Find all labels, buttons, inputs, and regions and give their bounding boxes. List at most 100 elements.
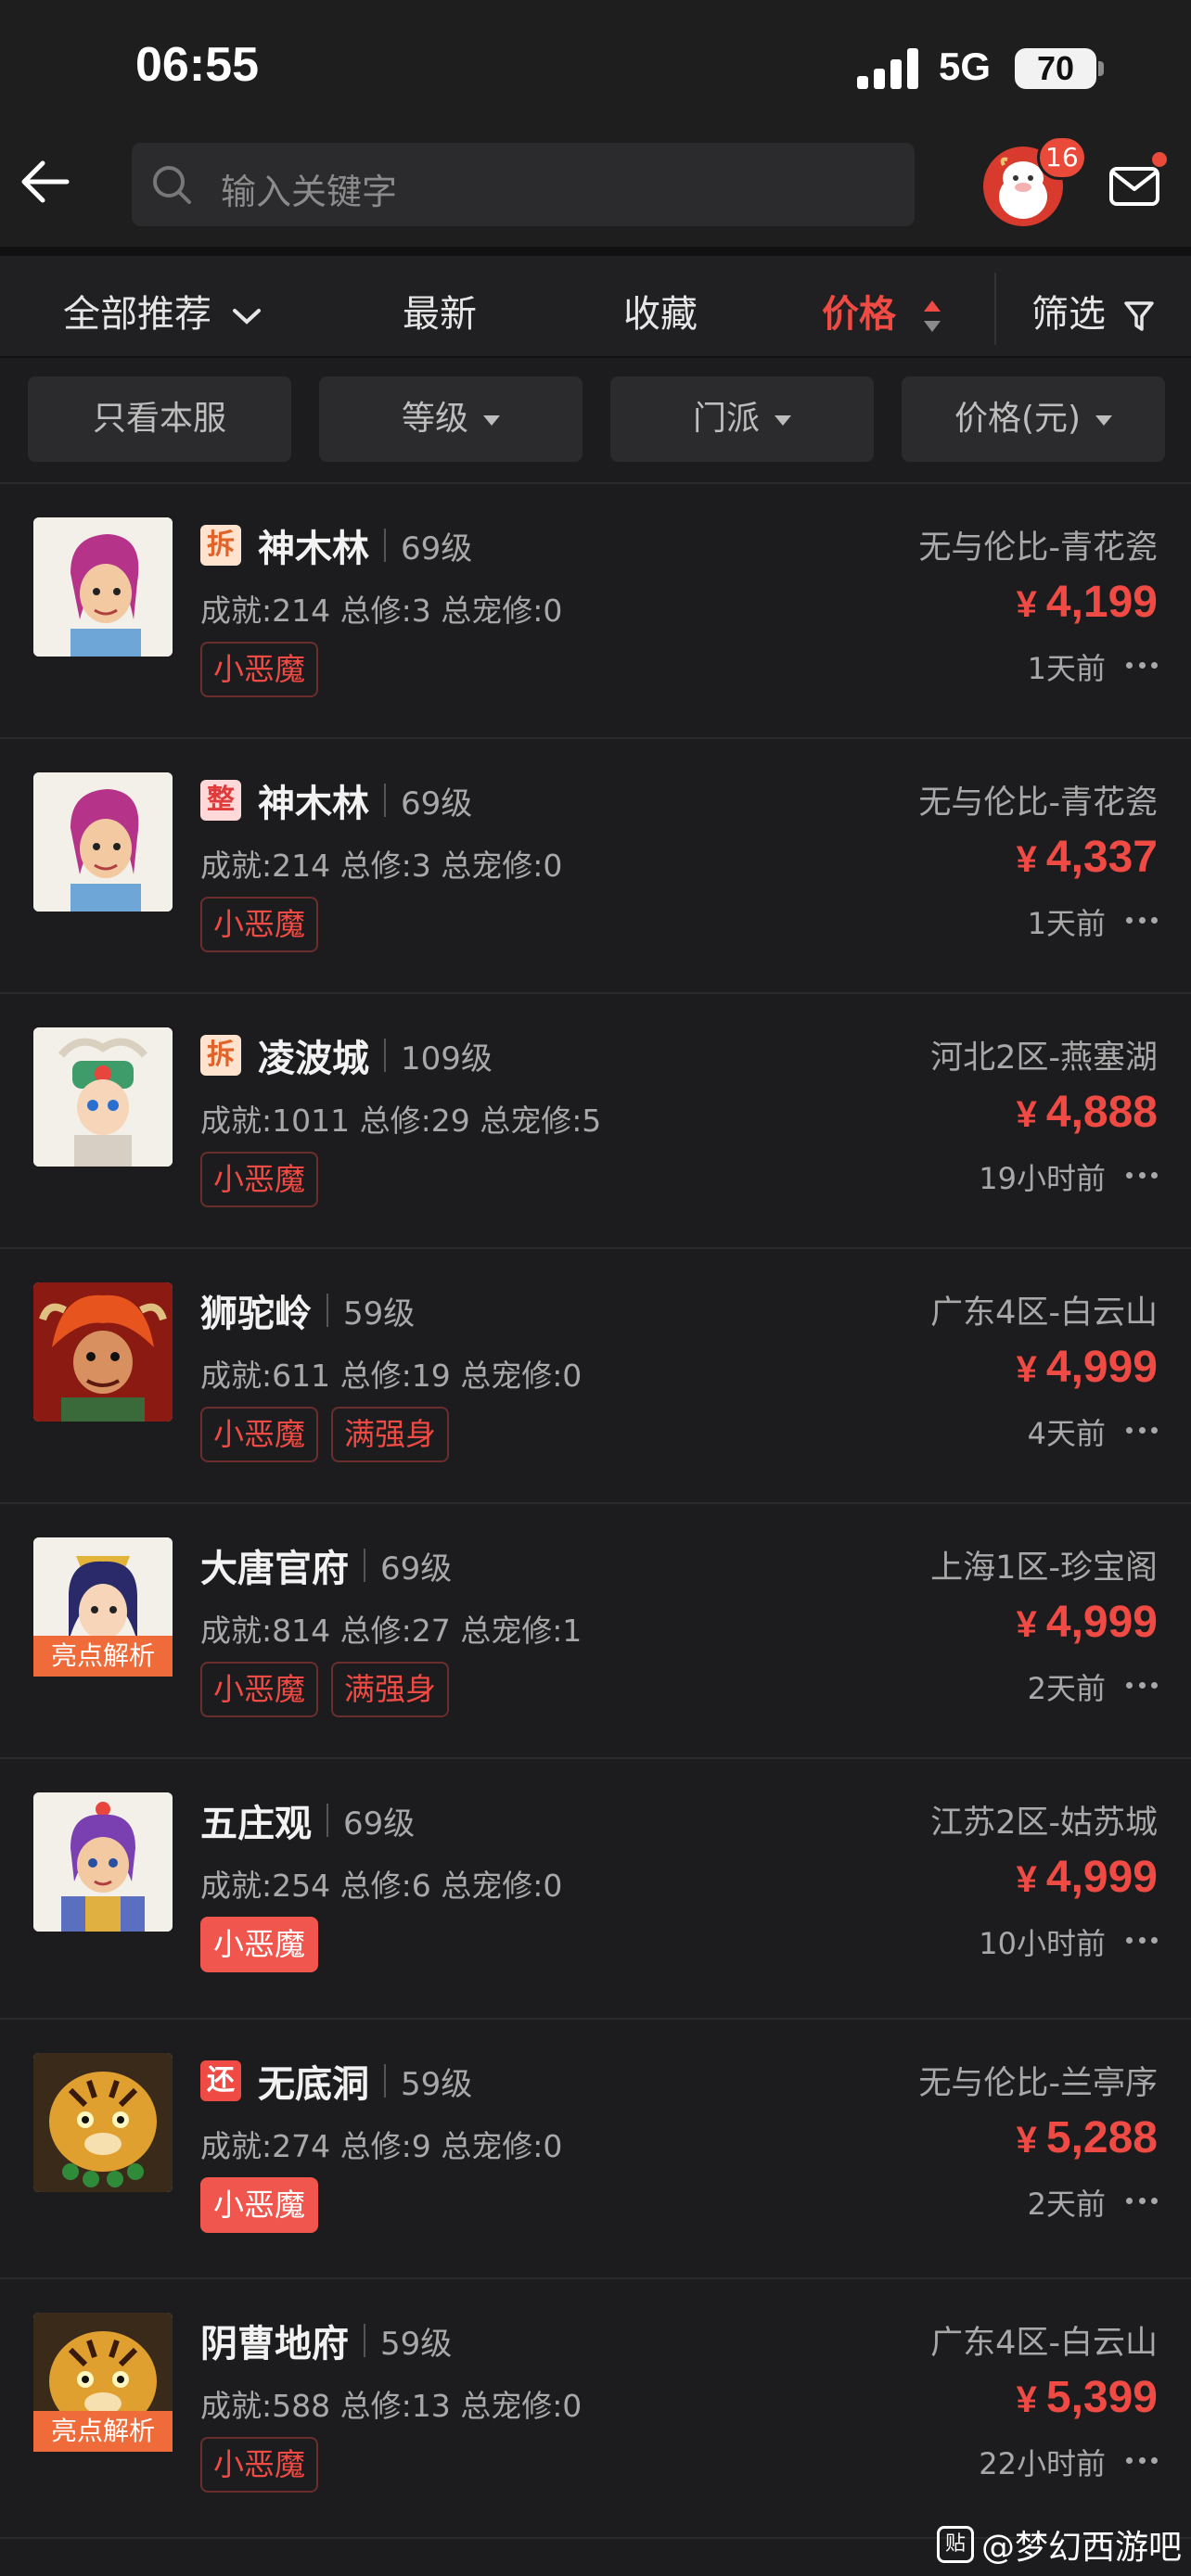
- tab-filter[interactable]: 筛选: [1031, 284, 1155, 338]
- listed-time: 2天前: [1027, 2187, 1106, 2222]
- character-stats: 成就:814 总修:27 总宠修:1: [200, 1613, 583, 1649]
- server-name: 上海1区-珍宝阁: [930, 1549, 1158, 1587]
- filter-label: 只看本服: [92, 400, 226, 438]
- attribute-tags: 小恶魔 满强身: [200, 1662, 462, 1717]
- time-row: 2天前: [1028, 2181, 1158, 2224]
- tab-label: 价格: [822, 293, 896, 336]
- more-options-icon[interactable]: [1126, 662, 1158, 671]
- time-row: 19小时前: [979, 1155, 1158, 1198]
- attribute-tags: 小恶魔: [200, 1917, 331, 1972]
- listing-row[interactable]: 五庄观 69级 成就:254 总修:6 总宠修:0 小恶魔 江苏2区-姑苏城 ¥4,999…: [0, 1759, 1191, 2020]
- character-stats: 成就:214 总修:3 总宠修:0: [200, 848, 563, 884]
- listing-row[interactable]: 狮驼岭 59级 成就:611 总修:19 总宠修:0 小恶魔 满强身 广东4区-白云山 ¥4…: [0, 1249, 1191, 1504]
- character-stats: 成就:214 总修:3 总宠修:0: [200, 593, 563, 629]
- character-level: 69级: [380, 1549, 453, 1588]
- price: ¥4,888: [1017, 1087, 1158, 1138]
- character-avatar[interactable]: [33, 772, 173, 912]
- more-options-icon[interactable]: [1126, 1172, 1158, 1181]
- listed-time: 10小时前: [979, 1926, 1106, 1961]
- title-row: 还无底洞 59级: [200, 2055, 472, 2107]
- listed-time: 4天前: [1027, 1416, 1106, 1451]
- back-arrow-icon[interactable]: [17, 154, 72, 210]
- listing-type-tag: 拆: [200, 525, 241, 566]
- character-level: 69级: [401, 529, 473, 567]
- character-stats: 成就:588 总修:13 总宠修:0: [200, 2388, 583, 2424]
- listing-row[interactable]: 还无底洞 59级成就:274 总修:9 总宠修:0 小恶魔 无与伦比-兰亭序 ¥5,28…: [0, 2020, 1191, 2279]
- school-name: 凌波城: [258, 1038, 369, 1080]
- school-name: 无底洞: [258, 2063, 369, 2106]
- title-row: 狮驼岭 59级: [200, 1284, 415, 1336]
- filter-level[interactable]: 等级: [319, 376, 583, 462]
- time-row: 1天前: [1028, 645, 1158, 688]
- price-value: 5,288: [1045, 2113, 1158, 2162]
- server-name: 广东4区-白云山: [930, 2325, 1158, 2362]
- more-options-icon[interactable]: [1126, 2198, 1158, 2207]
- server-name: 无与伦比-兰亭序: [918, 2065, 1158, 2102]
- price-value: 4,337: [1045, 833, 1158, 882]
- tab-price[interactable]: 价格: [822, 284, 942, 338]
- divider: [384, 1039, 386, 1072]
- price: ¥5,288: [1017, 2112, 1158, 2163]
- time-row: 10小时前: [979, 1920, 1158, 1963]
- price: ¥4,999: [1017, 1597, 1158, 1648]
- highlight-analysis-tag[interactable]: 亮点解析: [33, 1636, 173, 1677]
- currency-symbol: ¥: [1016, 2379, 1037, 2420]
- message-count-badge: 16: [1037, 135, 1087, 180]
- more-options-icon[interactable]: [1126, 917, 1158, 926]
- tab-favorites[interactable]: 收藏: [623, 284, 698, 338]
- attribute-tags: 小恶魔: [200, 2177, 331, 2233]
- filter-label: 等级: [401, 400, 468, 438]
- caret-down-icon: [775, 414, 791, 426]
- listed-time: 22小时前: [979, 2446, 1106, 2481]
- mail-icon[interactable]: [1106, 158, 1163, 215]
- attribute-tag: 满强身: [331, 1662, 449, 1717]
- tab-latest[interactable]: 最新: [403, 284, 477, 338]
- time-row: 22小时前: [979, 2441, 1158, 2483]
- divider: [327, 1294, 328, 1327]
- currency-symbol: ¥: [1016, 584, 1037, 625]
- shituoling-avatar-icon: [33, 1282, 173, 1422]
- highlight-analysis-tag[interactable]: 亮点解析: [33, 2411, 173, 2452]
- more-options-icon[interactable]: [1126, 1682, 1158, 1691]
- title-row: 拆凌波城 109级: [200, 1029, 493, 1081]
- school-name: 神木林: [258, 528, 369, 570]
- title-row: 五庄观 69级: [200, 1794, 415, 1846]
- more-options-icon[interactable]: [1126, 1937, 1158, 1946]
- price-value: 4,199: [1045, 578, 1158, 627]
- attribute-tag: 小恶魔: [200, 2177, 318, 2233]
- search-icon: [153, 166, 191, 204]
- shenmulin-avatar-icon: [33, 772, 173, 912]
- search-placeholder: 输入关键字: [221, 172, 398, 212]
- filter-price[interactable]: 价格(元): [902, 376, 1165, 462]
- search-input[interactable]: 输入关键字: [132, 143, 915, 226]
- listing-row[interactable]: 拆神木林 69级成就:214 总修:3 总宠修:0 小恶魔 无与伦比-青花瓷 ¥4,19…: [0, 484, 1191, 739]
- school-name: 神木林: [258, 783, 369, 825]
- listing-row[interactable]: 亮点解析 阴曹地府 59级 成就:588 总修:13 总宠修:0 小恶魔 广东4区-白云山…: [0, 2279, 1191, 2539]
- network-type: 5G: [939, 45, 992, 88]
- listing-row[interactable]: 拆凌波城 109级 成就:1011 总修:29 总宠修:5 小恶魔 河北2区-燕塞湖 ¥4…: [0, 994, 1191, 1249]
- attribute-tag: 小恶魔: [200, 2437, 318, 2493]
- character-avatar[interactable]: [33, 1282, 173, 1422]
- character-avatar[interactable]: [33, 1027, 173, 1167]
- price: ¥5,399: [1017, 2372, 1158, 2423]
- currency-symbol: ¥: [1016, 2120, 1037, 2161]
- tiger-avatar-icon: [33, 2053, 173, 2192]
- filter-same-server[interactable]: 只看本服: [28, 376, 291, 462]
- more-options-icon[interactable]: [1126, 1427, 1158, 1436]
- listing-row[interactable]: 整神木林 69级 成就:214 总修:3 总宠修:0 小恶魔 无与伦比-青花瓷 ¥4,33…: [0, 739, 1191, 994]
- attribute-tag: 小恶魔: [200, 642, 318, 697]
- character-avatar[interactable]: [33, 2053, 173, 2192]
- tab-all-recommended[interactable]: 全部推荐: [63, 284, 263, 338]
- server-name: 广东4区-白云山: [930, 1294, 1158, 1332]
- currency-symbol: ¥: [1016, 1349, 1037, 1390]
- unread-dot: [1152, 152, 1167, 167]
- listing-row[interactable]: 亮点解析 大唐官府 69级 成就:814 总修:27 总宠修:1 小恶魔 满强身 上海1区-…: [0, 1504, 1191, 1759]
- more-options-icon[interactable]: [1126, 2457, 1158, 2467]
- character-stats: 成就:274 总修:9 总宠修:0: [200, 2128, 563, 2164]
- currency-symbol: ¥: [1016, 1604, 1037, 1645]
- character-avatar[interactable]: [33, 517, 173, 657]
- filter-school[interactable]: 门派: [610, 376, 874, 462]
- price-value: 4,999: [1045, 1598, 1158, 1647]
- character-avatar[interactable]: [33, 1792, 173, 1932]
- server-name: 无与伦比-青花瓷: [918, 529, 1158, 567]
